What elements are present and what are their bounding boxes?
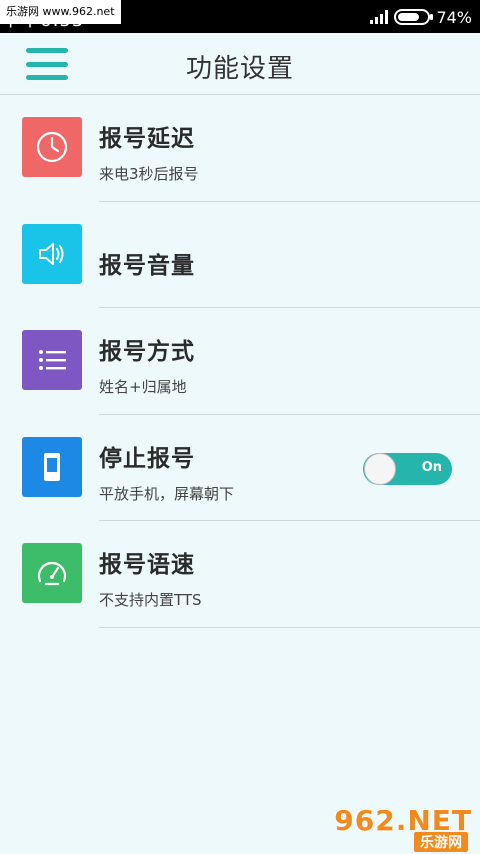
status-indicators: 74%: [370, 7, 472, 27]
status-bar: 下午6:55 乐游网 www.962.net 74%: [0, 0, 480, 33]
divider: [99, 626, 480, 628]
setting-label: 停止报号: [99, 445, 195, 472]
watermark-sub: 乐游网: [414, 832, 468, 852]
setting-item-volume[interactable]: 报号音量: [0, 202, 480, 308]
setting-item-stop[interactable]: 停止报号 平放手机，屏幕朝下 On: [0, 415, 480, 521]
settings-list: 报号延迟 来电3秒后报号 报号音量 报号方式 姓名+归属地 停止报号 平放手机，…: [0, 95, 480, 628]
page-title: 功能设置: [185, 54, 294, 84]
setting-item-mode[interactable]: 报号方式 姓名+归属地: [0, 308, 480, 415]
battery-percent: 74%: [436, 7, 472, 27]
setting-sub: 姓名+归属地: [99, 378, 187, 396]
setting-item-speed[interactable]: 报号语速 不支持内置TTS: [0, 521, 480, 628]
toggle-knob: [364, 452, 396, 485]
setting-item-delay[interactable]: 报号延迟 来电3秒后报号: [0, 95, 480, 202]
stop-toggle-switch[interactable]: On: [363, 452, 452, 485]
setting-label: 报号音量: [99, 252, 195, 279]
clock-icon: [22, 117, 82, 177]
watermark-top: 乐游网 www.962.net: [0, 0, 121, 24]
setting-sub: 来电3秒后报号: [99, 165, 199, 183]
speedometer-icon: [22, 543, 82, 603]
phone-icon: [22, 436, 82, 497]
signal-icon: [370, 10, 389, 24]
setting-label: 报号语速: [99, 552, 195, 578]
list-icon: [22, 330, 82, 390]
speaker-icon: [22, 223, 82, 284]
setting-label: 报号方式: [99, 339, 195, 365]
battery-icon: [394, 9, 434, 25]
watermark-bottom: 962.NET 乐游网: [334, 804, 472, 852]
setting-sub: 不支持内置TTS: [99, 591, 202, 609]
setting-label: 报号延迟: [99, 126, 195, 152]
battery-level: [398, 13, 420, 21]
setting-sub: 平放手机，屏幕朝下: [99, 484, 235, 503]
toggle-state: On: [421, 459, 442, 475]
app-header: 功能设置: [0, 33, 480, 95]
